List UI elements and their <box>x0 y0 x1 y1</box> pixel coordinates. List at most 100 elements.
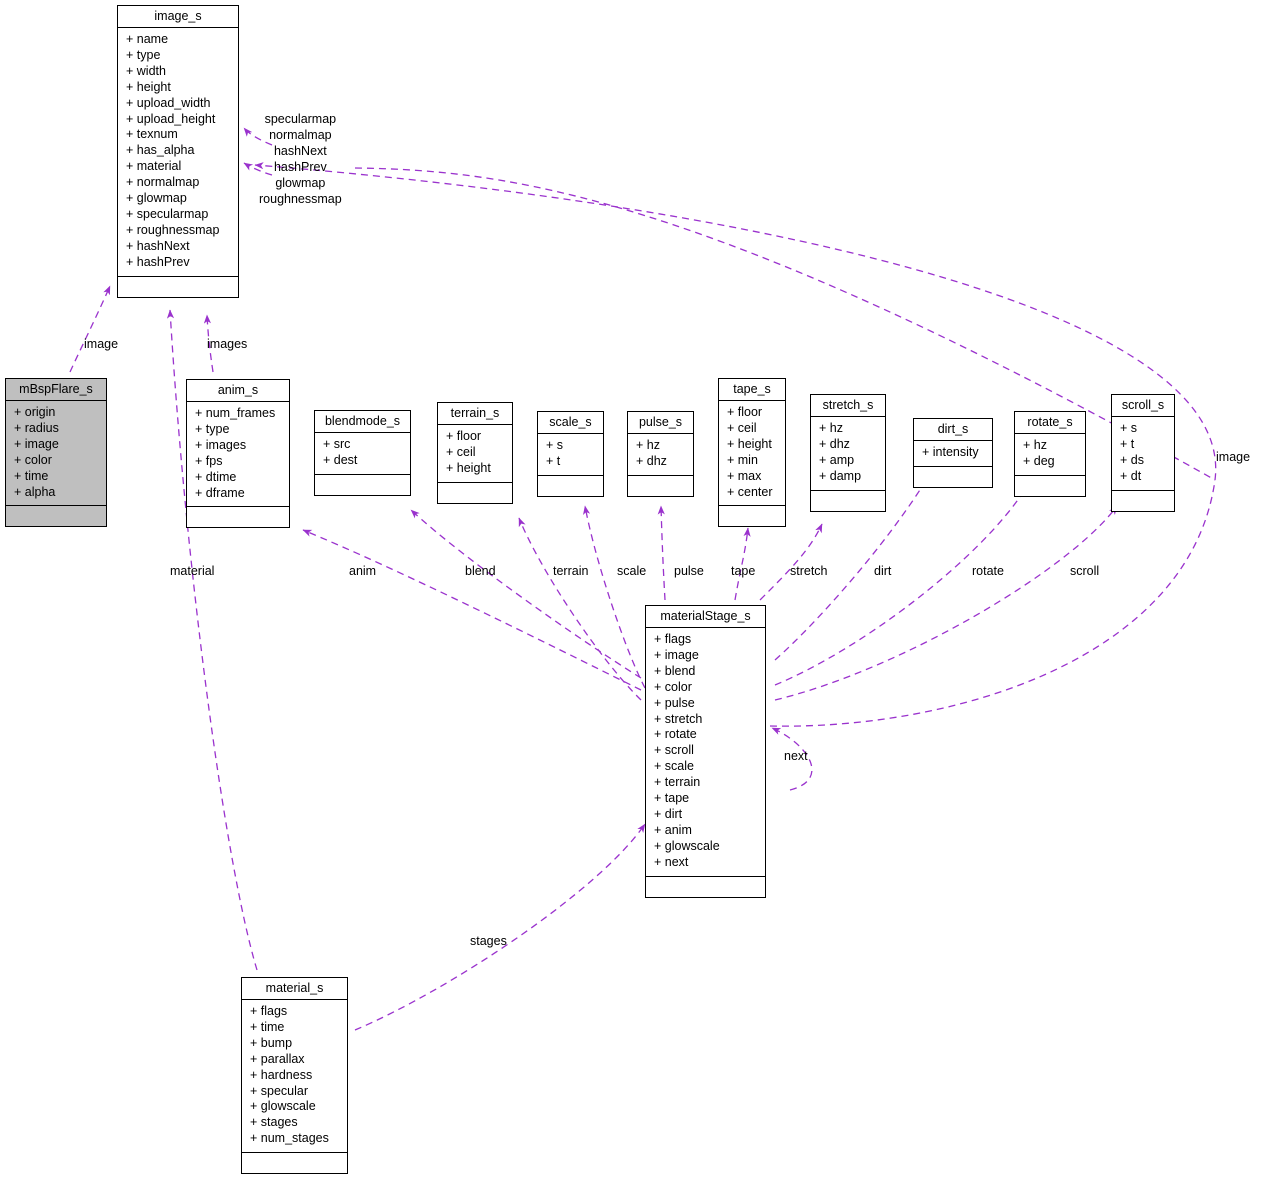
edge-label-next-label: next <box>784 749 808 763</box>
uml-class-title: rotate_s <box>1015 412 1085 434</box>
uml-class-title: dirt_s <box>914 419 992 441</box>
uml-class-methods <box>1112 491 1174 511</box>
uml-field: + dhz <box>819 436 850 451</box>
uml-field: + scale <box>654 759 694 774</box>
uml-class-scroll_s[interactable]: scroll_s + s + t + ds + dt <box>1111 394 1175 512</box>
uml-field: + image <box>654 647 699 662</box>
uml-field: + hardness <box>250 1067 313 1082</box>
uml-class-fields: + num_frames + type + images + fps + dtime + … <box>187 402 289 508</box>
uml-field: + images <box>195 437 247 452</box>
uml-field: + upload_height <box>126 111 216 126</box>
edge-materialstage-scroll <box>774 505 1118 701</box>
uml-class-title: pulse_s <box>628 412 693 434</box>
uml-class-materialStage_s[interactable]: materialStage_s + flags + image + blend + co… <box>645 605 766 898</box>
uml-class-methods <box>646 877 765 897</box>
uml-field: + ceil <box>446 444 476 459</box>
edge-materialstage-scale <box>583 505 646 689</box>
edge-materialstage-blend <box>410 509 642 679</box>
uml-field: + pulse <box>654 695 695 710</box>
uml-class-methods <box>438 483 512 503</box>
uml-field: + blend <box>654 663 696 678</box>
uml-class-methods <box>719 506 785 526</box>
uml-field: + specularmap <box>126 206 209 221</box>
uml-class-title: blendmode_s <box>315 411 410 433</box>
uml-class-fields: + hz + dhz + amp + damp <box>811 417 885 491</box>
edge-mbspflare-image <box>69 285 111 373</box>
edge-materialstage-stretch <box>759 523 823 601</box>
uml-field: + dtime <box>195 469 237 484</box>
uml-field: + color <box>14 452 52 467</box>
uml-field: + s <box>546 438 564 452</box>
uml-field: + glowscale <box>654 838 720 853</box>
uml-field: + roughnessmap <box>126 222 220 237</box>
uml-class-stretch_s[interactable]: stretch_s + hz + dhz + amp + damp <box>810 394 886 512</box>
uml-field: + type <box>126 47 161 62</box>
uml-field: + specular <box>250 1083 309 1098</box>
edge-label-stages-label: stages <box>470 934 507 948</box>
uml-class-dirt_s[interactable]: dirt_s + intensity <box>913 418 993 488</box>
uml-class-title: anim_s <box>187 380 289 402</box>
uml-field: + stretch <box>654 711 703 726</box>
uml-field: + width <box>126 63 166 78</box>
uml-class-methods <box>811 491 885 511</box>
uml-class-methods <box>6 506 106 526</box>
uml-class-fields: + flags + time + bump + parallax + hardness +… <box>242 1000 347 1154</box>
uml-class-fields: + hz + deg <box>1015 434 1085 476</box>
uml-class-anim_s[interactable]: anim_s + num_frames + type + images + fps + d… <box>186 379 290 529</box>
edge-materialstage-terrain <box>518 517 642 701</box>
uml-field: + flags <box>250 1004 288 1018</box>
uml-field: + hz <box>819 421 843 435</box>
uml-class-mBspFlare_s[interactable]: mBspFlare_s + origin + radius + image + colo… <box>5 378 107 528</box>
uml-class-fields: + src + dest <box>315 433 410 475</box>
uml-field: + ds <box>1120 452 1144 467</box>
edge-label-dirt-label: dirt <box>874 564 892 578</box>
uml-class-fields: + s + t + ds + dt <box>1112 417 1174 491</box>
uml-class-title: mBspFlare_s <box>6 379 106 401</box>
uml-field: + dhz <box>636 453 667 468</box>
uml-class-title: material_s <box>242 978 347 1000</box>
uml-field: + next <box>654 854 689 869</box>
uml-class-terrain_s[interactable]: terrain_s + floor + ceil + height <box>437 402 513 504</box>
uml-field: + glowscale <box>250 1099 316 1114</box>
edge-label-scroll-label: scroll <box>1070 564 1100 578</box>
uml-field: + normalmap <box>126 175 200 190</box>
uml-field: + floor <box>446 429 482 443</box>
edge-label-image-to-mbspflare: image <box>84 337 119 351</box>
uml-field: + alpha <box>14 484 56 499</box>
uml-field: + time <box>14 468 49 483</box>
uml-field: + hashPrev <box>126 254 190 269</box>
uml-class-fields: + hz + dhz <box>628 434 693 476</box>
uml-class-methods <box>914 467 992 487</box>
uml-class-pulse_s[interactable]: pulse_s + hz + dhz <box>627 411 694 497</box>
uml-field: + damp <box>819 468 862 483</box>
uml-field: + deg <box>1023 453 1055 468</box>
uml-field: + anim <box>654 822 692 837</box>
uml-field: + material <box>126 159 182 174</box>
uml-field: + name <box>126 32 169 46</box>
uml-field: + height <box>126 79 171 94</box>
uml-class-rotate_s[interactable]: rotate_s + hz + deg <box>1014 411 1086 497</box>
uml-field: + height <box>727 436 772 451</box>
uml-field: + radius <box>14 420 59 435</box>
uml-class-fields: + floor + ceil + height + min + max + center <box>719 401 785 507</box>
uml-field: + color <box>654 679 692 694</box>
uml-class-fields: + flags + image + blend + color + pulse + str… <box>646 628 765 877</box>
uml-class-blendmode_s[interactable]: blendmode_s + src + dest <box>314 410 411 496</box>
uml-class-material_s[interactable]: material_s + flags + time + bump + parallax +… <box>241 977 348 1175</box>
uml-class-title: terrain_s <box>438 403 512 425</box>
edge-materialstage-anim <box>302 529 642 691</box>
edge-label-images-to-anim: images <box>207 337 248 351</box>
uml-class-image_s[interactable]: image_s + name + type + width + height + uplo… <box>117 5 239 298</box>
uml-field: + src <box>323 437 351 451</box>
uml-field: + min <box>727 452 758 467</box>
uml-class-methods <box>538 476 603 496</box>
edge-label-pulse-label: pulse <box>674 564 704 578</box>
uml-class-tape_s[interactable]: tape_s + floor + ceil + height + min + max + c… <box>718 378 786 528</box>
edge-label-stretch-label: stretch <box>790 564 828 578</box>
uml-field: + stages <box>250 1115 298 1130</box>
uml-class-scale_s[interactable]: scale_s + s + t <box>537 411 604 497</box>
uml-field: + parallax <box>250 1051 305 1066</box>
uml-field: + dframe <box>195 485 245 500</box>
uml-field: + floor <box>727 405 763 419</box>
uml-class-methods <box>1015 476 1085 496</box>
